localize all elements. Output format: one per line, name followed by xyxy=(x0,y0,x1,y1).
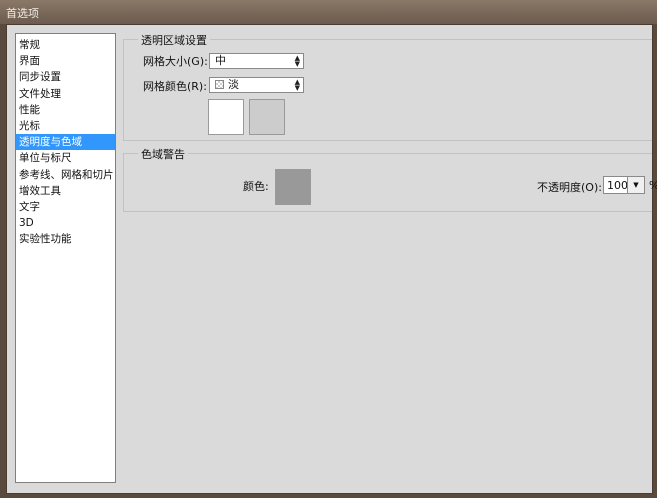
gamut-color-swatch[interactable] xyxy=(275,169,311,205)
sidebar-item-file-handling[interactable]: 文件处理 xyxy=(16,86,115,102)
transparency-settings-group: 透明区域设置 网格大小(G): 中 ▲ ▼ 网格颜色(R): 淡 ▲ ▼ xyxy=(123,32,652,141)
sidebar-item-performance[interactable]: 性能 xyxy=(16,102,115,118)
caret-down-icon[interactable]: ▼ xyxy=(627,177,644,193)
sidebar-item-experimental[interactable]: 实验性功能 xyxy=(16,231,115,247)
opacity-label: 不透明度(O): xyxy=(537,181,602,194)
grid-color-label: 网格颜色(R): xyxy=(143,80,207,93)
preferences-dialog: 常规 界面 同步设置 文件处理 性能 光标 透明度与色域 单位与标尺 参考线、网… xyxy=(6,24,657,494)
sidebar-item-plugins[interactable]: 增效工具 xyxy=(16,183,115,199)
sidebar-item-transparency-gamut[interactable]: 透明度与色域 xyxy=(16,134,115,151)
grid-color-select[interactable]: 淡 ▲ ▼ xyxy=(209,77,304,93)
gamut-warning-title: 色域警告 xyxy=(138,146,188,162)
sidebar-item-interface[interactable]: 界面 xyxy=(16,53,115,69)
sidebar-item-guides-grid-slices[interactable]: 参考线、网格和切片 xyxy=(16,167,115,183)
sidebar-item-units-rulers[interactable]: 单位与标尺 xyxy=(16,150,115,166)
sidebar-item-cursors[interactable]: 光标 xyxy=(16,118,115,134)
up-down-arrows-icon: ▲ ▼ xyxy=(294,78,300,92)
gamut-warning-group: 色域警告 颜色: 不透明度(O): 100 ▼ % xyxy=(123,146,657,212)
sidebar-item-type[interactable]: 文字 xyxy=(16,199,115,215)
window-title: 首选项 xyxy=(6,7,39,20)
transparency-settings-title: 透明区域设置 xyxy=(138,32,210,48)
checkerboard-icon xyxy=(215,80,224,89)
opacity-input[interactable]: 100 ▼ xyxy=(603,176,645,194)
sidebar-item-general[interactable]: 常规 xyxy=(16,37,115,53)
grid-color-value: 淡 xyxy=(228,78,239,91)
up-down-arrows-icon: ▲ ▼ xyxy=(294,54,300,68)
grid-size-select[interactable]: 中 ▲ ▼ xyxy=(209,53,304,69)
opacity-value: 100 xyxy=(607,179,628,192)
opacity-unit: % xyxy=(649,179,657,192)
gamut-color-label: 颜色: xyxy=(243,180,269,193)
title-bar: 首选项 xyxy=(0,0,657,24)
grid-color-swatch-2[interactable] xyxy=(249,99,285,135)
grid-size-label: 网格大小(G): xyxy=(143,55,208,68)
sidebar-item-3d[interactable]: 3D xyxy=(16,215,115,231)
sidebar-item-sync-settings[interactable]: 同步设置 xyxy=(16,69,115,85)
grid-size-value: 中 xyxy=(215,54,226,67)
category-list: 常规 界面 同步设置 文件处理 性能 光标 透明度与色域 单位与标尺 参考线、网… xyxy=(15,33,116,483)
grid-color-swatch-1[interactable] xyxy=(208,99,244,135)
